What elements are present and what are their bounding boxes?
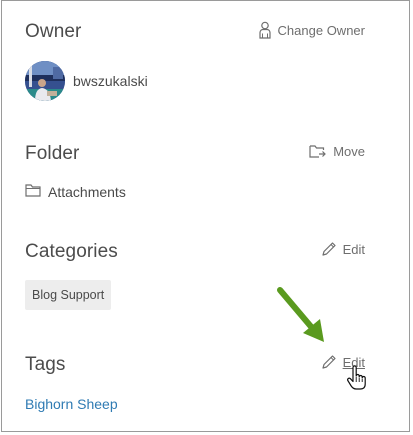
owner-section: Owner Change Owner bwszukalski [25,1,365,111]
annotation-arrow-icon [276,286,332,353]
folder-icon [25,183,41,200]
user-icon [258,21,272,39]
tags-heading: Tags [25,354,66,375]
move-button[interactable]: Move [309,143,365,159]
move-label: Move [333,143,365,159]
categories-heading: Categories [25,241,118,262]
hand-cursor-icon [346,365,368,396]
owner-row: bwszukalski [25,61,148,101]
category-chip: Blog Support [25,280,112,310]
folder-row: Attachments [25,183,126,200]
owner-heading: Owner [25,21,82,42]
categories-edit-label: Edit [342,241,365,257]
avatar [25,61,65,101]
change-owner-label: Change Owner [277,22,365,38]
categories-edit-button[interactable]: Edit [321,241,365,257]
move-folder-icon [309,143,327,159]
folder-heading: Folder [25,143,80,164]
tags-section: Tags Edit Bighorn Sheep [25,341,365,431]
change-owner-button[interactable]: Change Owner [258,21,365,39]
owner-username[interactable]: bwszukalski [73,73,148,89]
tag-link[interactable]: Bighorn Sheep [25,396,118,412]
folder-name: Attachments [48,183,126,200]
pencil-icon [321,241,337,257]
pencil-icon [321,354,337,370]
folder-section: Folder Move Attachments [25,133,365,213]
